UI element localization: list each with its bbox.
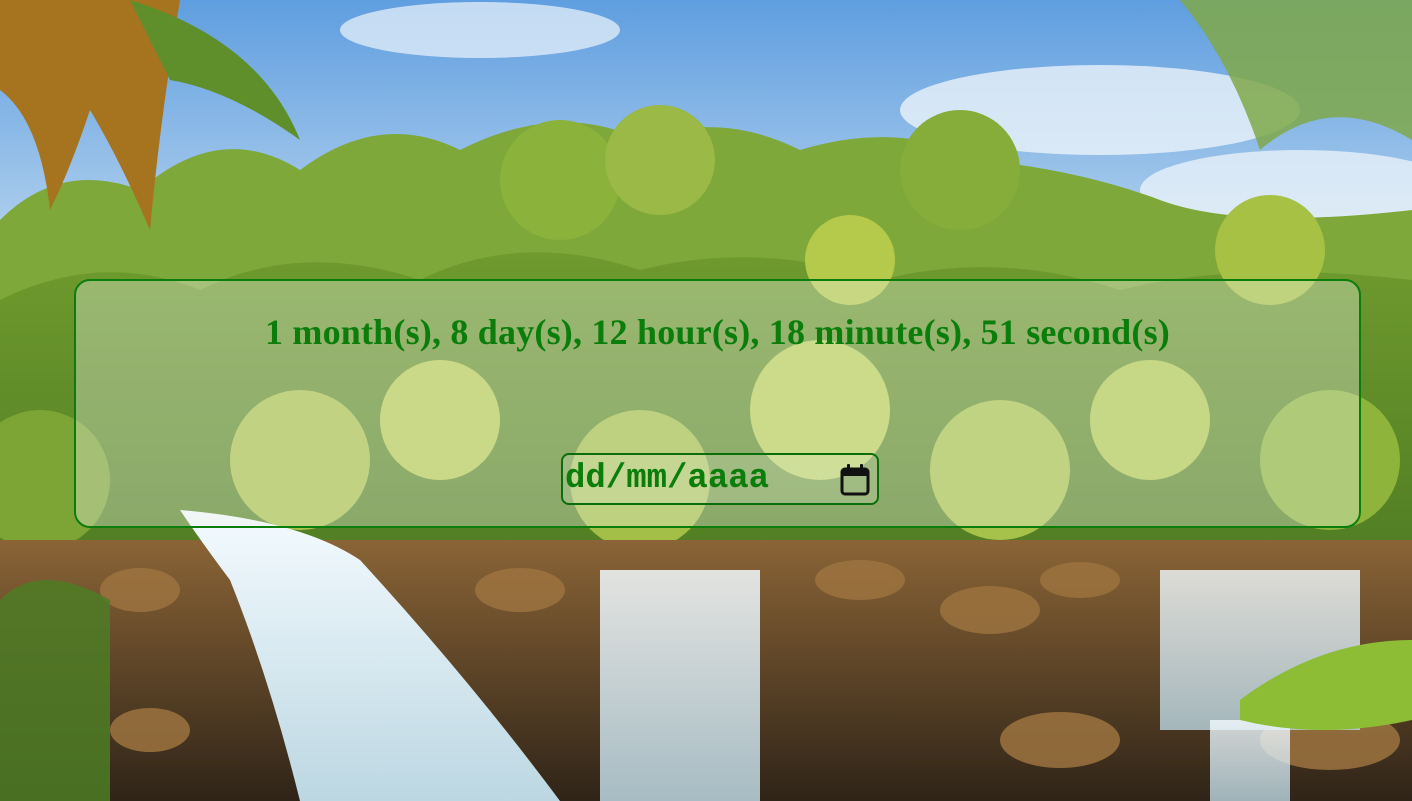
countdown-text: 1 month(s), 8 day(s), 12 hour(s), 18 min… (264, 312, 1170, 352)
calendar-icon[interactable] (838, 461, 872, 499)
countdown-panel: 1 month(s), 8 day(s), 12 hour(s), 18 min… (74, 279, 1361, 528)
date-input[interactable]: dd/mm/aaaa (561, 453, 879, 505)
date-input-placeholder: dd/mm/aaaa (565, 460, 770, 498)
